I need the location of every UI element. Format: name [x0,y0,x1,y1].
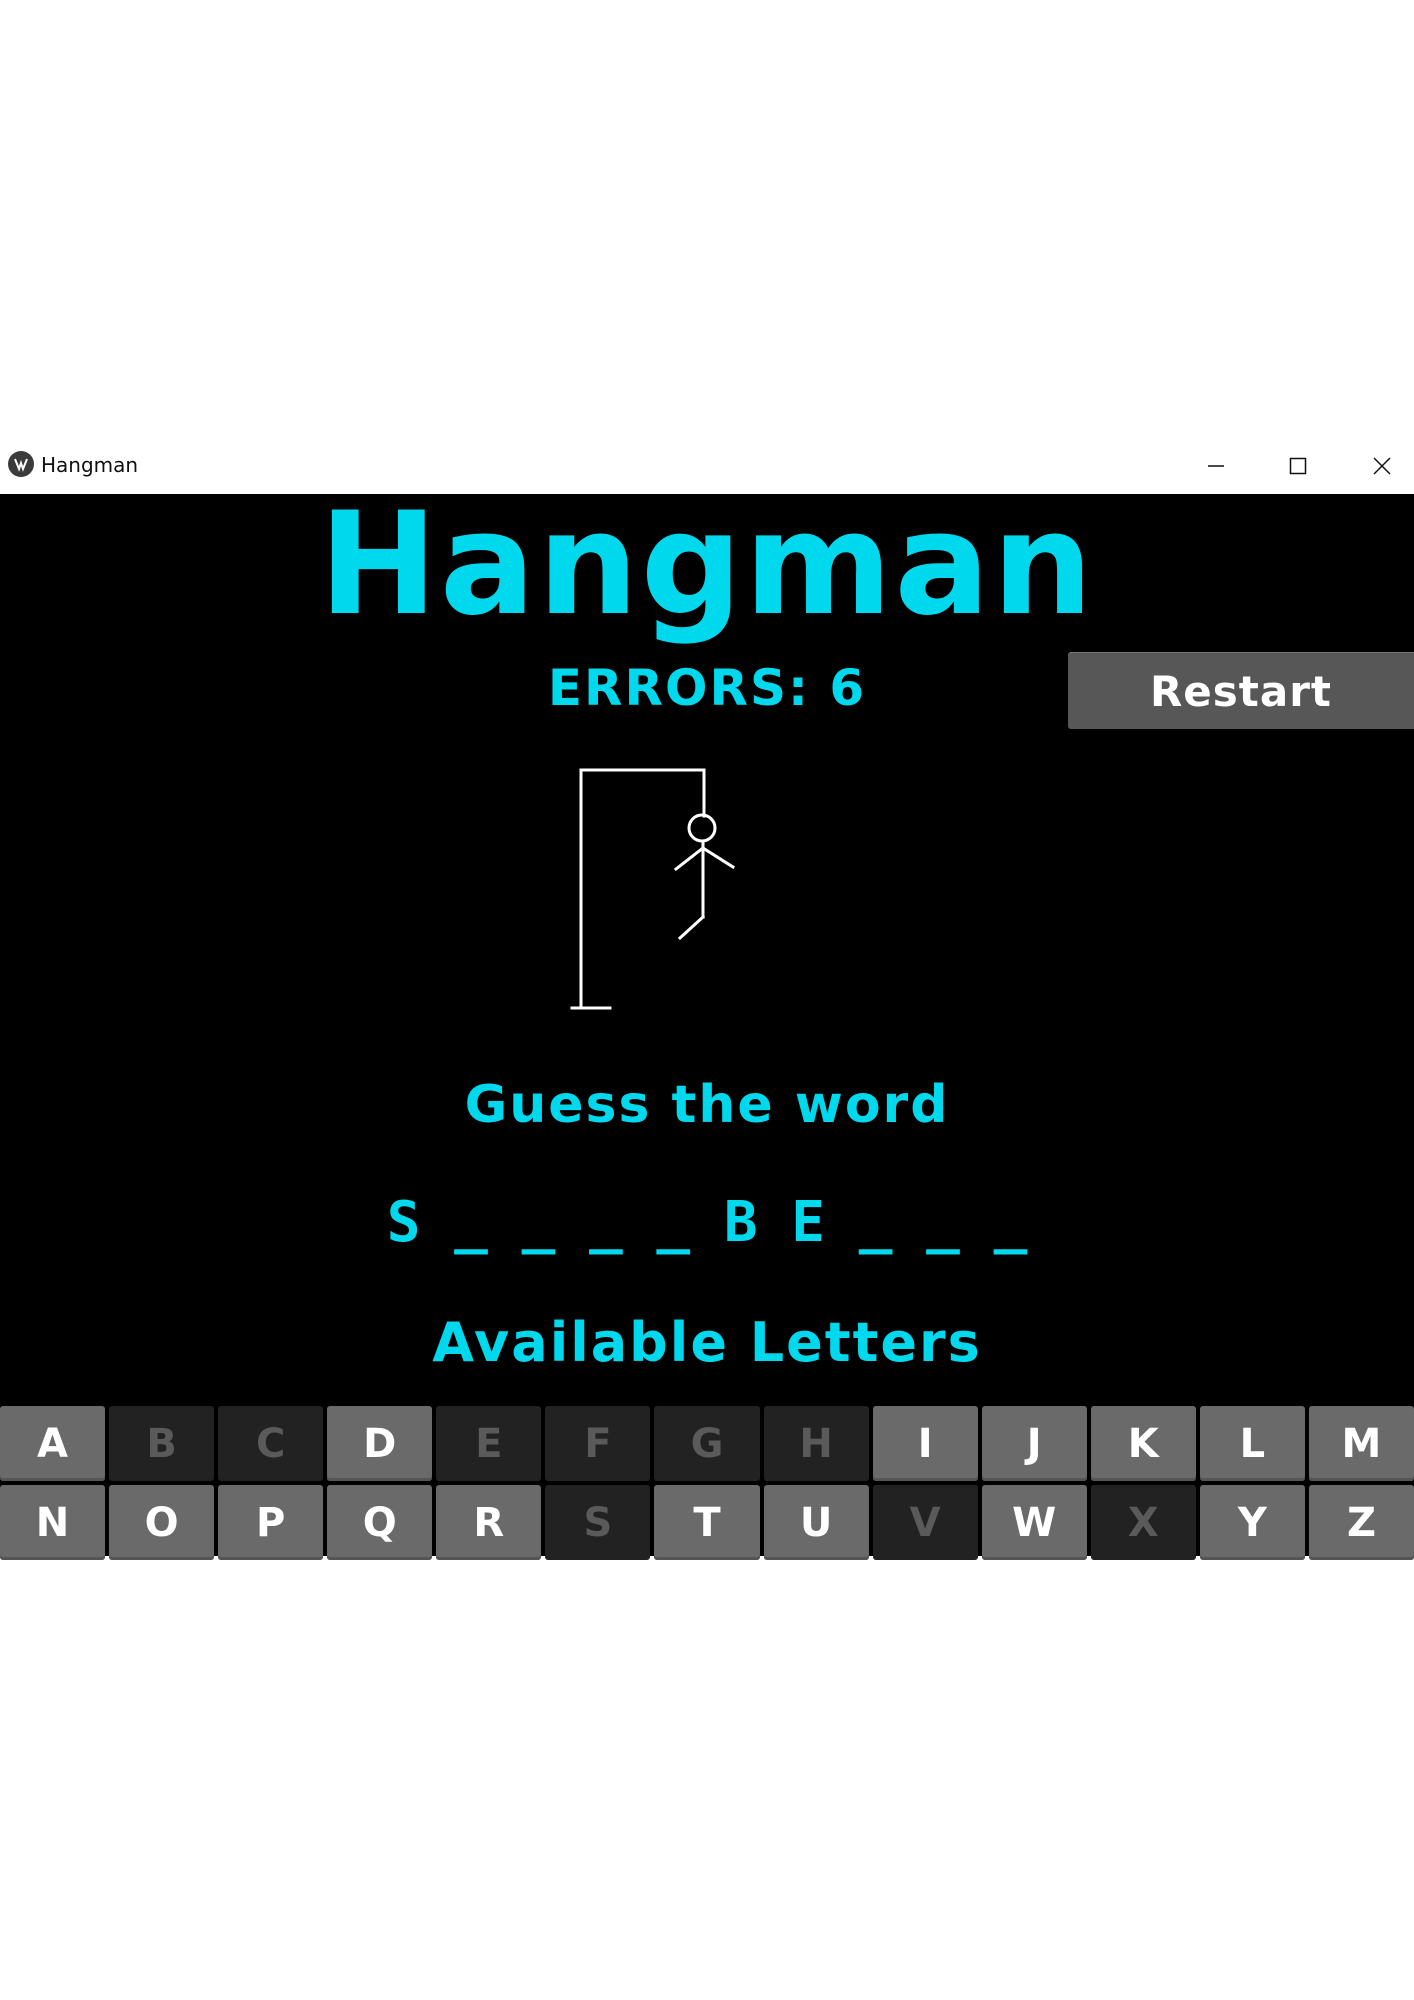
letter-key-c: C [218,1406,324,1481]
letter-key-n[interactable]: N [0,1485,106,1560]
gallows-drawing [570,768,736,1010]
letter-key-i[interactable]: I [872,1406,978,1481]
letter-key-e: E [436,1406,542,1481]
letter-key-x: X [1090,1485,1196,1560]
letter-key-j[interactable]: J [981,1406,1087,1481]
available-letters-heading: Available Letters [432,1311,982,1374]
game-title: Hangman [318,482,1096,647]
minimize-button[interactable] [1175,446,1257,486]
letter-key-h: H [763,1406,869,1481]
letter-key-w[interactable]: W [981,1485,1087,1560]
letter-key-d[interactable]: D [327,1406,433,1481]
letter-keyboard: ABCDEFGHIJKLM NOPQRSTUVWXYZ [0,1406,1414,1560]
letter-key-a[interactable]: A [0,1406,106,1481]
close-button[interactable] [1341,446,1414,486]
restart-button[interactable]: Restart [1068,652,1414,729]
letter-key-p[interactable]: P [218,1485,324,1560]
letter-key-f: F [545,1406,651,1481]
letter-key-o[interactable]: O [109,1485,215,1560]
hangman-right-arm [700,845,736,870]
letter-key-k[interactable]: K [1090,1406,1196,1481]
letter-key-b: B [109,1406,215,1481]
hangman-head [687,813,717,843]
letter-key-m[interactable]: M [1308,1406,1414,1481]
word-display: S _ _ _ _ B E _ _ _ [386,1190,1028,1255]
letter-key-q[interactable]: Q [327,1485,433,1560]
letter-key-v: V [872,1485,978,1560]
minimize-icon [1208,465,1224,467]
close-icon [1373,457,1391,475]
hangman-left-leg [677,914,706,941]
letter-key-y[interactable]: Y [1199,1485,1305,1560]
letter-key-r[interactable]: R [436,1485,542,1560]
letter-key-u[interactable]: U [763,1485,869,1560]
letter-key-g: G [654,1406,760,1481]
maximize-button[interactable] [1257,446,1339,486]
hangman-left-arm [673,845,706,872]
app-icon [8,451,34,477]
letter-key-s: S [545,1485,651,1560]
maximize-icon [1289,457,1307,475]
letter-key-t[interactable]: T [654,1485,760,1560]
guess-prompt: Guess the word [464,1075,950,1135]
letter-key-z[interactable]: Z [1308,1485,1414,1560]
letter-key-l[interactable]: L [1199,1406,1305,1481]
window-title: Hangman [41,453,139,477]
